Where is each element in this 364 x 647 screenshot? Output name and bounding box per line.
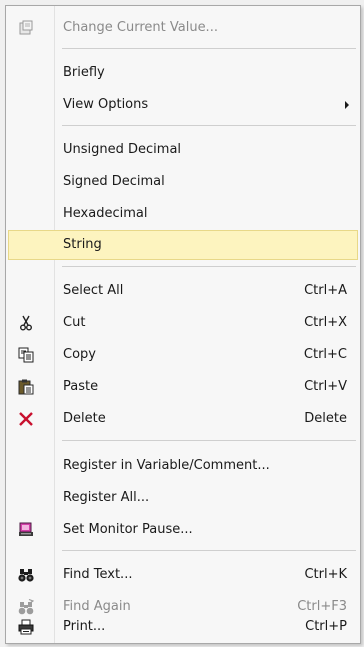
menu-separator — [62, 125, 356, 126]
menu-item-label: Unsigned Decimal — [63, 142, 182, 157]
menu-item-label: Register in Variable/Comment... — [63, 458, 270, 473]
menu-item-signed-decimal[interactable]: Signed Decimal — [8, 167, 358, 197]
menu-item-register-in-variable-comment[interactable]: Register in Variable/Comment... — [8, 451, 358, 481]
menu-item-label: Paste — [63, 379, 99, 394]
menu-item-shortcut: Ctrl+P — [305, 619, 347, 634]
menu-item-shortcut: Delete — [304, 411, 347, 426]
menu-item-shortcut: Ctrl+X — [304, 315, 347, 330]
menu-item-label: Copy — [63, 347, 96, 362]
menu-item-string[interactable]: String — [8, 230, 358, 260]
menu-separator — [62, 48, 356, 49]
menu-item-cut[interactable]: Cut Ctrl+X — [8, 308, 358, 338]
menu-item-unsigned-decimal[interactable]: Unsigned Decimal — [8, 135, 358, 165]
menu-item-set-monitor-pause[interactable]: Set Monitor Pause... — [8, 515, 358, 545]
menu-item-copy[interactable]: Copy Ctrl+C — [8, 340, 358, 370]
menu-item-label: String — [63, 237, 102, 252]
menu-item-delete[interactable]: Delete Delete — [8, 404, 358, 434]
menu-separator — [62, 266, 356, 267]
menu-item-label: Find Again — [63, 599, 131, 614]
menu-item-shortcut: Ctrl+K — [304, 567, 347, 582]
paste-icon — [14, 375, 38, 399]
menu-item-label: Change Current Value... — [63, 20, 218, 35]
menu-item-find-text[interactable]: Find Text... Ctrl+K — [8, 560, 358, 590]
menu-item-label: Set Monitor Pause... — [63, 522, 193, 537]
menu-item-label: Find Text... — [63, 567, 133, 582]
menu-item-label: Hexadecimal — [63, 206, 148, 221]
menu-item-paste[interactable]: Paste Ctrl+V — [8, 372, 358, 402]
menu-item-label: View Options — [63, 97, 149, 112]
menu-item-shortcut: Ctrl+C — [303, 347, 347, 362]
menu-item-shortcut: Ctrl+A — [304, 283, 347, 298]
menu-item-shortcut: Ctrl+F3 — [297, 599, 347, 614]
menu-item-shortcut: Ctrl+V — [304, 379, 347, 394]
menu-item-hexadecimal[interactable]: Hexadecimal — [8, 199, 358, 229]
menu-separator — [62, 550, 356, 551]
menu-item-select-all[interactable]: Select All Ctrl+A — [8, 276, 358, 306]
menu-item-label: Delete — [63, 411, 106, 426]
menu-item-label: Briefly — [63, 65, 105, 80]
binoculars-icon — [14, 563, 38, 587]
monitor-pause-icon — [14, 518, 38, 542]
scissors-icon — [14, 311, 38, 335]
menu-item-register-all[interactable]: Register All... — [8, 483, 358, 513]
menu-item-print[interactable]: Print... Ctrl+P — [8, 613, 358, 641]
menu-item-label: Cut — [63, 315, 86, 330]
menu-item-change-current-value[interactable]: Change Current Value... — [8, 13, 358, 43]
copy-icon — [14, 343, 38, 367]
menu-separator — [62, 440, 356, 441]
delete-x-icon — [14, 407, 38, 431]
menu-item-briefly[interactable]: Briefly — [8, 58, 358, 88]
context-menu: Change Current Value... Briefly View Opt… — [5, 5, 361, 644]
menu-item-label: Print... — [63, 619, 106, 634]
menu-item-view-options[interactable]: View Options — [8, 90, 358, 120]
menu-item-label: Register All... — [63, 490, 150, 505]
submenu-arrow-icon — [345, 101, 349, 109]
menu-item-label: Signed Decimal — [63, 174, 165, 189]
printer-icon — [14, 615, 38, 639]
menu-item-label: Select All — [63, 283, 124, 298]
edit-value-icon — [14, 16, 38, 40]
